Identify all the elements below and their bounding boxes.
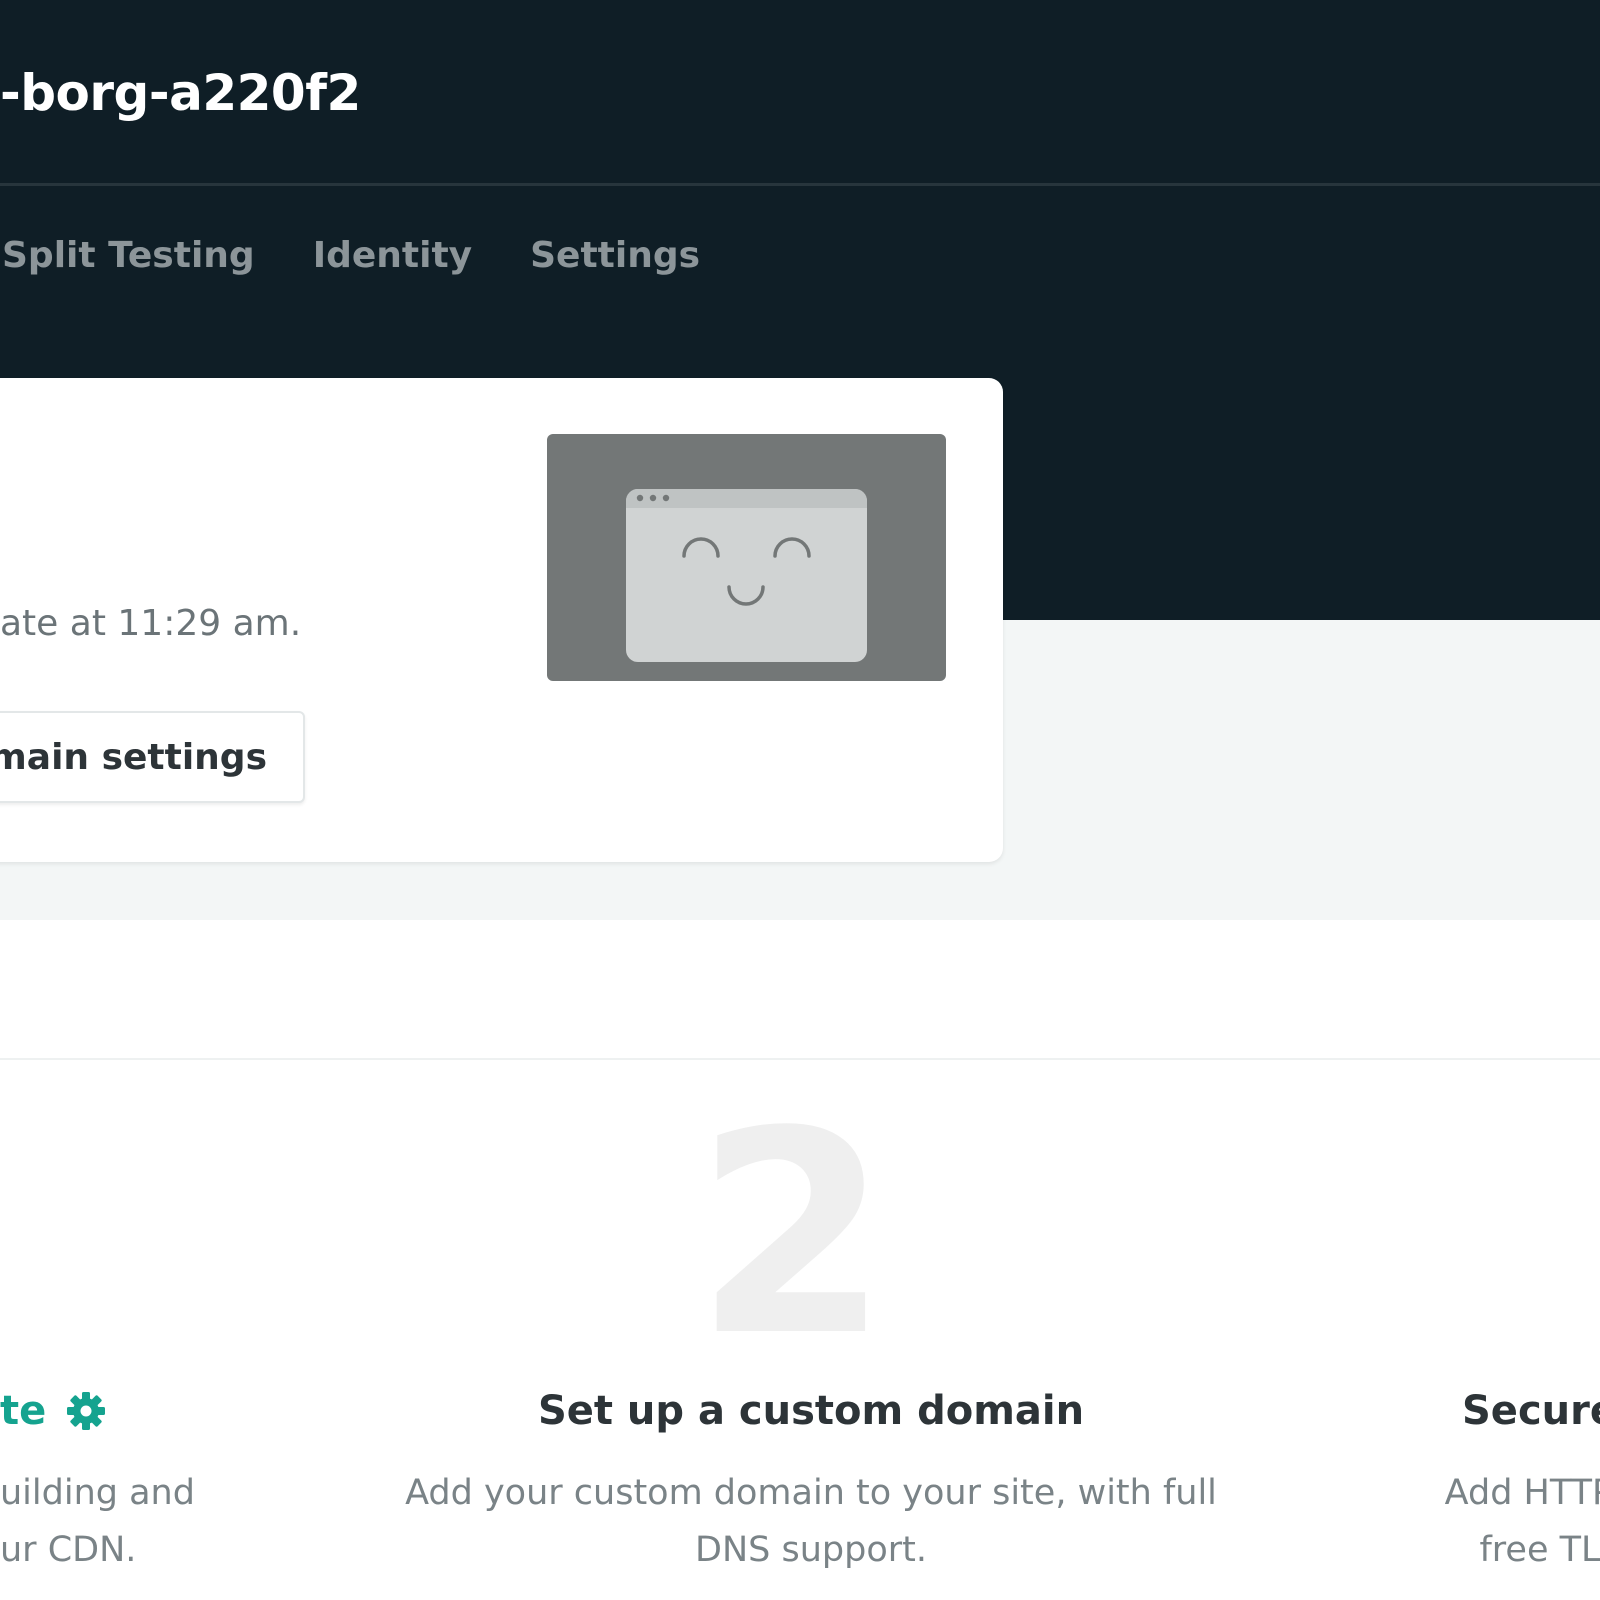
step1-description: uilding and ur CDN. [0, 1473, 195, 1570]
step2-description: Add your custom domain to your site, wit… [405, 1473, 1217, 1570]
step2-title[interactable]: Set up a custom domain [400, 1388, 1222, 1434]
site-nav: Split Testing Identity Settings [0, 230, 758, 280]
tab-settings[interactable]: Settings [530, 235, 700, 276]
step1-title-text: te [0, 1388, 47, 1434]
step3-description: Add HTTPS free TL [1444, 1473, 1600, 1570]
site-title: -borg-a220f2 [0, 64, 361, 122]
header-divider [0, 183, 1600, 186]
gear-icon [67, 1392, 106, 1430]
domain-settings-button[interactable]: omain settings [0, 711, 305, 803]
last-update-text: ate at 11:29 am. [0, 603, 302, 644]
step1-title[interactable]: te [0, 1388, 106, 1434]
tab-split-testing[interactable]: Split Testing [2, 235, 255, 276]
tab-identity[interactable]: Identity [313, 235, 472, 276]
site-overview-card: ate at 11:29 am. omain settings [0, 378, 1003, 862]
step-number: 2 [694, 1072, 890, 1398]
site-preview[interactable] [547, 434, 946, 681]
section-divider [0, 1058, 1600, 1060]
step3-title[interactable]: Secure [1462, 1388, 1600, 1434]
happy-browser-window-icon [626, 489, 867, 662]
